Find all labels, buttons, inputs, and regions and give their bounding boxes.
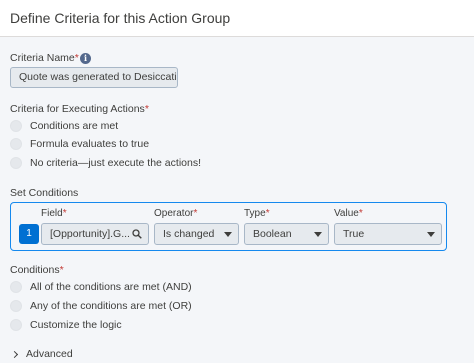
- dialog-title: Define Criteria for this Action Group: [10, 10, 231, 26]
- chevron-down-icon: [427, 232, 435, 237]
- radio-button[interactable]: [10, 157, 22, 169]
- chevron-down-icon: [314, 232, 322, 237]
- conditions-label: Conditions*: [10, 264, 64, 276]
- condition-row-number: 1: [19, 224, 39, 244]
- operator-select[interactable]: Is changed: [154, 223, 239, 245]
- set-conditions-label: Set Conditions: [10, 187, 79, 199]
- field-column-label: Field*: [41, 208, 67, 219]
- radio-formula-true[interactable]: Formula evaluates to true: [10, 137, 149, 151]
- dialog-header: Define Criteria for this Action Group: [0, 0, 474, 37]
- radio-any-conditions[interactable]: Any of the conditions are met (OR): [10, 299, 192, 313]
- radio-button[interactable]: [10, 319, 22, 331]
- field-lookup[interactable]: [Opportunity].G...: [41, 223, 149, 245]
- value-column-label: Value*: [334, 208, 363, 219]
- radio-conditions-met[interactable]: Conditions are met: [10, 119, 118, 133]
- radio-custom-logic[interactable]: Customize the logic: [10, 318, 122, 332]
- value-select[interactable]: True: [334, 223, 442, 245]
- type-select[interactable]: Boolean: [244, 223, 329, 245]
- advanced-toggle[interactable]: Advanced: [10, 348, 73, 360]
- type-column-label: Type*: [244, 208, 270, 219]
- operator-column-label: Operator*: [154, 208, 198, 219]
- chevron-right-icon: [10, 350, 19, 358]
- info-icon[interactable]: i: [80, 53, 91, 64]
- criteria-name-input[interactable]: Quote was generated to Desiccatio: [10, 67, 178, 88]
- search-icon[interactable]: [132, 229, 142, 239]
- chevron-down-icon: [224, 232, 232, 237]
- criteria-name-label: Criteria Name*: [10, 52, 79, 64]
- radio-button[interactable]: [10, 138, 22, 150]
- radio-button[interactable]: [10, 300, 22, 312]
- radio-button[interactable]: [10, 281, 22, 293]
- radio-button[interactable]: [10, 120, 22, 132]
- radio-no-criteria[interactable]: No criteria—just execute the actions!: [10, 156, 201, 170]
- condition-row: 1 Field* [Opportunity].G... Operator* Is…: [10, 202, 447, 251]
- executing-criteria-label: Criteria for Executing Actions*: [10, 103, 149, 115]
- radio-all-conditions[interactable]: All of the conditions are met (AND): [10, 280, 192, 294]
